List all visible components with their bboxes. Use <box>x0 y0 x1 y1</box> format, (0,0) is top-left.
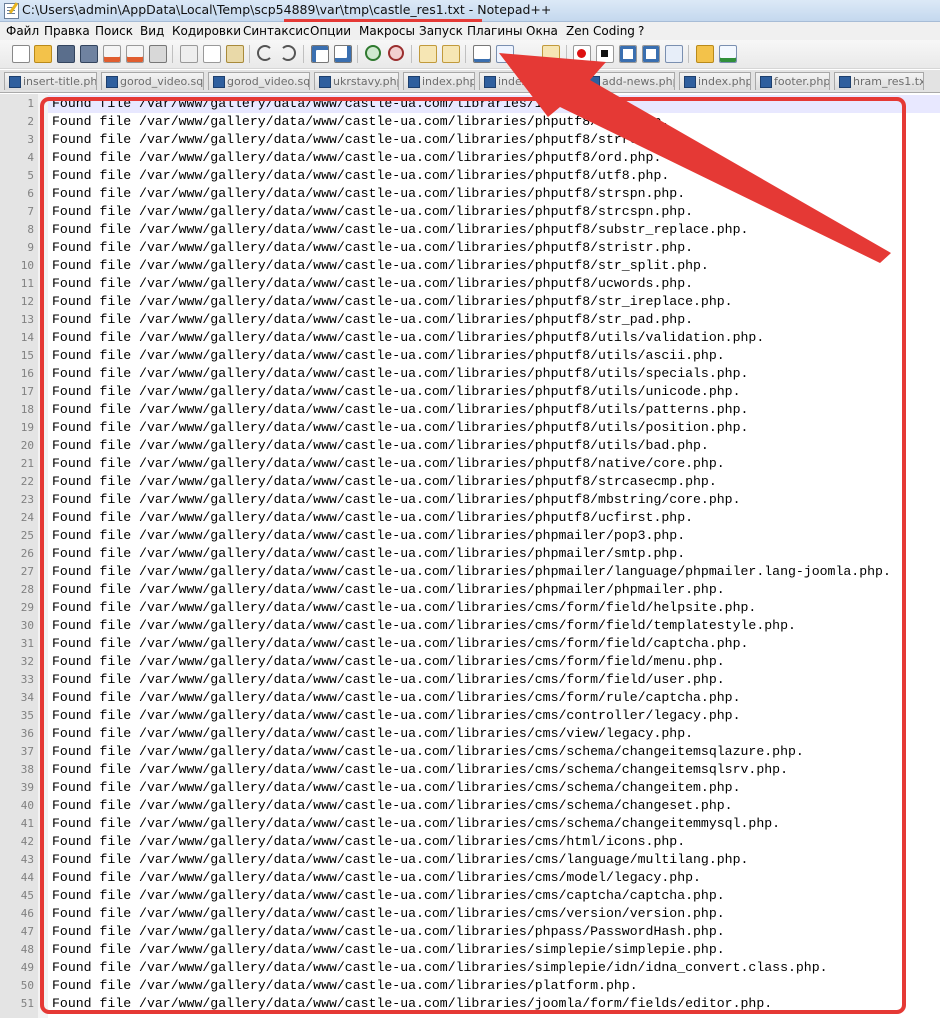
annotation-arrow <box>499 53 891 263</box>
